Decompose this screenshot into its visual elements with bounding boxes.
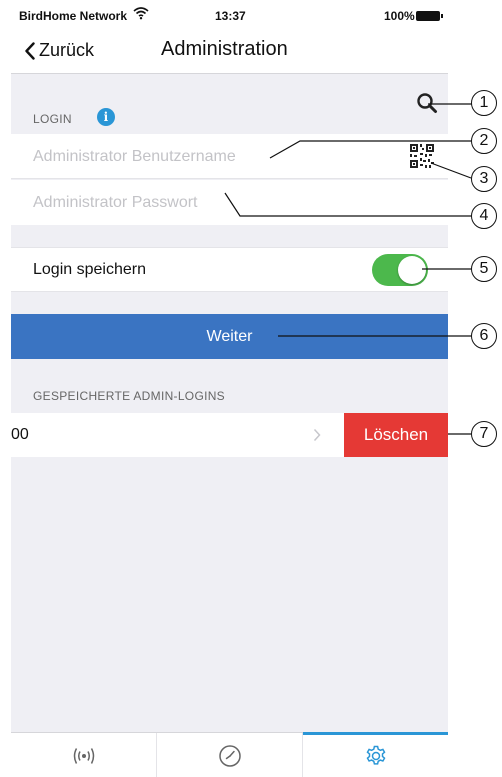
status-time: 13:37 bbox=[215, 9, 246, 23]
broadcast-icon bbox=[73, 748, 95, 764]
saved-logins-header: GESPEICHERTE ADMIN-LOGINS bbox=[11, 380, 448, 410]
callout-6: 6 bbox=[471, 323, 497, 349]
tab-settings[interactable] bbox=[303, 732, 448, 777]
qr-code-icon[interactable] bbox=[410, 144, 434, 168]
search-icon[interactable] bbox=[416, 92, 438, 114]
callout-3: 3 bbox=[471, 166, 497, 192]
back-button[interactable]: Zurück bbox=[25, 40, 94, 61]
password-input[interactable] bbox=[33, 180, 403, 225]
login-section-header: LOGIN i bbox=[11, 74, 448, 134]
password-cell bbox=[11, 180, 448, 225]
toggle-knob bbox=[398, 256, 426, 284]
wifi-icon bbox=[133, 7, 149, 20]
delete-button[interactable]: Löschen bbox=[344, 413, 448, 457]
gear-icon bbox=[366, 745, 386, 765]
save-login-toggle[interactable] bbox=[372, 254, 428, 286]
saved-login-row[interactable]: 00 Löschen bbox=[11, 413, 448, 457]
battery-icon bbox=[416, 11, 443, 21]
app-screen: BirdHome Network 13:37 100% Zurück Admin… bbox=[11, 0, 448, 777]
username-input[interactable] bbox=[33, 134, 403, 179]
callout-7: 7 bbox=[471, 421, 497, 447]
tab-bar bbox=[11, 732, 448, 777]
info-icon[interactable]: i bbox=[97, 108, 115, 126]
username-cell bbox=[11, 134, 448, 179]
continue-button[interactable]: Weiter bbox=[11, 314, 448, 359]
save-login-cell: Login speichern bbox=[11, 247, 448, 292]
chevron-right-icon bbox=[313, 428, 321, 442]
status-bar: BirdHome Network 13:37 100% bbox=[11, 0, 448, 30]
chevron-left-icon bbox=[25, 41, 35, 60]
tab-clock[interactable] bbox=[157, 733, 303, 777]
saved-login-name: 00 bbox=[11, 426, 29, 443]
battery-percentage: 100% bbox=[384, 9, 415, 23]
login-header-label: LOGIN bbox=[33, 112, 72, 126]
callout-2: 2 bbox=[471, 128, 497, 154]
callout-1: 1 bbox=[471, 90, 497, 116]
callout-5: 5 bbox=[471, 256, 497, 282]
tab-broadcast[interactable] bbox=[11, 733, 157, 777]
callout-4: 4 bbox=[471, 203, 497, 229]
carrier-name: BirdHome Network bbox=[19, 9, 128, 23]
back-label: Zurück bbox=[39, 40, 95, 60]
page-title: Administration bbox=[161, 38, 288, 60]
saved-logins-header-label: GESPEICHERTE ADMIN-LOGINS bbox=[33, 389, 225, 403]
save-login-label: Login speichern bbox=[33, 261, 146, 278]
navigation-bar: Zurück Administration bbox=[11, 30, 448, 74]
clock-icon bbox=[219, 745, 241, 767]
